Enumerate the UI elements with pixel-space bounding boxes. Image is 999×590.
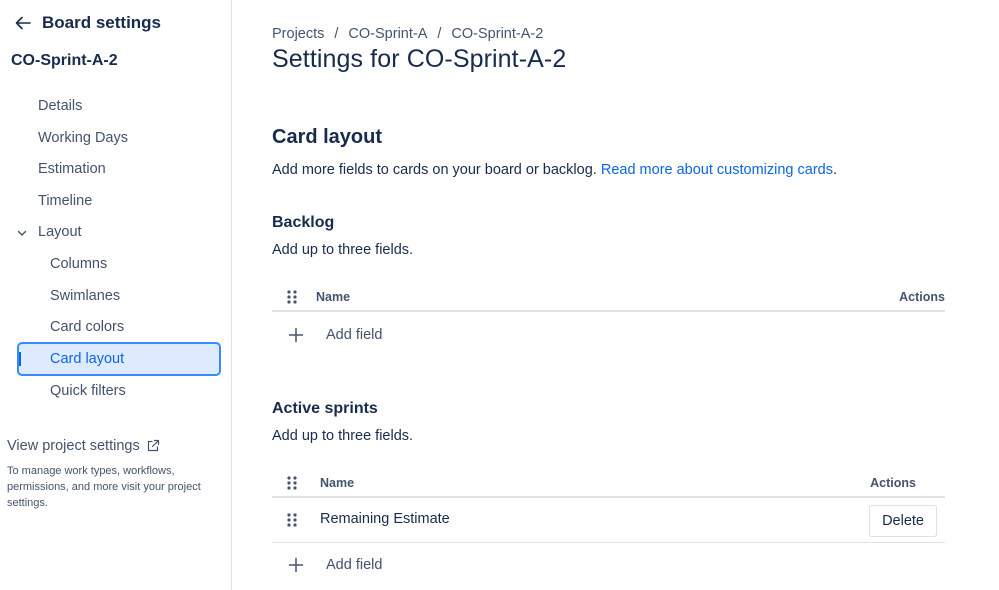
breadcrumb-board[interactable]: CO-Sprint-A-2 <box>451 26 543 42</box>
view-project-settings-link[interactable]: View project settings <box>7 438 160 454</box>
customizing-cards-link[interactable]: Read more about customizing cards <box>601 162 833 178</box>
chevron-down-icon[interactable] <box>14 225 30 241</box>
active-sprints-table: Name Actions Remaining Estimate Delete <box>272 468 945 543</box>
backlog-table: Name Actions <box>272 282 945 312</box>
nav-item-card-colors[interactable]: Card colors <box>50 311 124 343</box>
project-settings-note: To manage work types, workflows, permiss… <box>7 465 201 509</box>
active-sprints-table-header: Name Actions <box>272 468 945 498</box>
add-field-label: Add field <box>326 557 383 573</box>
link-suffix: . <box>832 162 838 178</box>
nav-item-swimlanes[interactable]: Swimlanes <box>50 280 120 312</box>
breadcrumb-separator: / <box>437 26 442 42</box>
nav-item-quick-filters[interactable]: Quick filters <box>50 375 126 407</box>
plus-icon <box>286 325 306 345</box>
nav-item-layout[interactable]: Layout <box>38 216 82 248</box>
column-header-actions: Actions <box>870 476 916 490</box>
board-name: CO-Sprint-A-2 <box>11 52 118 69</box>
active-sprints-description: Add up to three fields. <box>272 428 414 444</box>
card-layout-description: Add more fields to cards on your board o… <box>272 162 837 178</box>
backlog-table-header: Name Actions <box>272 282 945 312</box>
column-header-actions: Actions <box>899 290 945 304</box>
breadcrumb: Projects / CO-Sprint-A / CO-Sprint-A-2 <box>272 26 543 42</box>
sidebar-title: Board settings <box>42 13 162 32</box>
field-name: Remaining Estimate <box>320 511 450 527</box>
column-header-name: Name <box>320 476 355 490</box>
nav-item-working-days[interactable]: Working Days <box>38 122 128 154</box>
backlog-heading: Backlog <box>272 214 335 231</box>
drag-handle-icon <box>286 475 298 491</box>
card-layout-description-text: Add more fields to cards on your board o… <box>272 162 597 178</box>
table-row: Remaining Estimate Delete <box>272 498 945 543</box>
add-field-label: Add field <box>326 327 383 343</box>
page-title: Settings for CO-Sprint-A-2 <box>272 45 567 73</box>
external-link-icon <box>146 439 160 453</box>
breadcrumb-projects[interactable]: Projects <box>272 26 324 42</box>
delete-button[interactable]: Delete <box>869 505 937 537</box>
breadcrumb-separator: / <box>334 26 339 42</box>
active-sprints-heading: Active sprints <box>272 400 378 417</box>
column-header-name: Name <box>316 290 351 304</box>
card-layout-heading: Card layout <box>272 126 383 148</box>
nav-item-columns[interactable]: Columns <box>50 248 107 280</box>
active-sprints-add-field-button[interactable]: Add field <box>272 549 382 581</box>
nav-item-timeline[interactable]: Timeline <box>38 185 92 217</box>
selected-indicator <box>19 352 21 366</box>
sidebar-header: Board settings <box>12 12 161 34</box>
drag-handle-icon[interactable] <box>286 512 298 528</box>
arrow-left-icon[interactable] <box>12 12 34 34</box>
drag-handle-icon <box>286 289 298 305</box>
sidebar: Board settings CO-Sprint-A-2 Details Wor… <box>0 0 232 590</box>
nav-item-details[interactable]: Details <box>38 90 82 122</box>
plus-icon <box>286 555 306 575</box>
backlog-description: Add up to three fields. <box>272 242 414 258</box>
view-project-settings-label: View project settings <box>7 438 140 454</box>
breadcrumb-project[interactable]: CO-Sprint-A <box>348 26 427 42</box>
nav-item-card-layout[interactable]: Card layout <box>50 343 124 375</box>
backlog-add-field-button[interactable]: Add field <box>272 319 382 351</box>
nav-item-estimation[interactable]: Estimation <box>38 153 106 185</box>
